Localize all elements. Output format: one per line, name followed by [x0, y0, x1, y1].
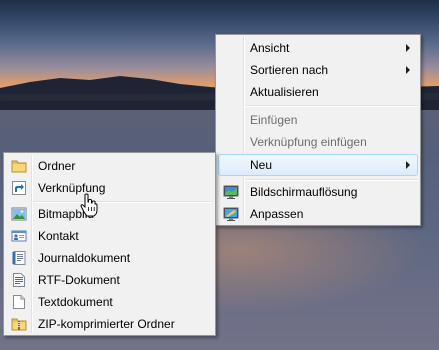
zip-folder-icon	[11, 316, 27, 332]
menu-item-aktualisieren[interactable]: Aktualisieren	[218, 81, 418, 103]
shortcut-icon	[11, 180, 27, 196]
menu-item-label: Bildschirmauflösung	[250, 185, 358, 199]
menu-item-label: Sortieren nach	[250, 63, 329, 77]
submenu-item-label: Ordner	[38, 159, 76, 173]
submenu-item-zip-ordner[interactable]: ZIP-komprimierter Ordner	[6, 313, 213, 335]
menu-item-einfuegen[interactable]: Einfügen	[218, 109, 418, 131]
menu-item-label: Aktualisieren	[250, 85, 319, 99]
menu-item-ansicht[interactable]: Ansicht	[218, 37, 418, 59]
menu-item-label: Einfügen	[250, 113, 298, 127]
new-submenu: Ordner Verknüpfung Bitmapbild Kontakt Jo…	[3, 152, 216, 336]
bitmap-image-icon	[11, 206, 27, 222]
submenu-arrow-icon	[406, 161, 410, 169]
journal-document-icon	[11, 250, 27, 266]
contact-card-icon	[11, 228, 27, 244]
menu-item-neu[interactable]: Neu	[218, 154, 418, 176]
screen-resolution-icon	[223, 184, 239, 200]
submenu-item-rtf-dokument[interactable]: RTF-Dokument	[6, 269, 213, 291]
menu-item-bildschirmaufloesung[interactable]: Bildschirmauflösung	[218, 181, 418, 203]
submenu-item-textdokument[interactable]: Textdokument	[6, 291, 213, 313]
menu-item-anpassen[interactable]: Anpassen	[218, 203, 418, 225]
menu-item-label: Verknüpfung einfügen	[250, 135, 367, 149]
submenu-item-label: RTF-Dokument	[38, 273, 120, 287]
submenu-item-label: Textdokument	[38, 295, 113, 309]
rtf-document-icon	[11, 272, 27, 288]
menu-item-label: Ansicht	[250, 41, 290, 55]
submenu-item-label: ZIP-komprimierter Ordner	[38, 317, 175, 331]
text-document-icon	[11, 294, 27, 310]
menu-item-label: Neu	[250, 158, 273, 172]
submenu-item-kontakt[interactable]: Kontakt	[6, 225, 213, 247]
menu-item-verknuepfung-einfuegen[interactable]: Verknüpfung einfügen	[218, 131, 418, 153]
menu-item-label: Anpassen	[250, 207, 304, 221]
desktop-context-menu: Ansicht Sortieren nach Aktualisieren Ein…	[215, 34, 421, 226]
menu-item-sortieren-nach[interactable]: Sortieren nach	[218, 59, 418, 81]
submenu-arrow-icon	[406, 44, 410, 52]
submenu-item-verknuepfung[interactable]: Verknüpfung	[6, 177, 213, 199]
submenu-item-label: Journaldokument	[38, 251, 131, 265]
submenu-item-bitmapbild[interactable]: Bitmapbild	[6, 203, 213, 225]
menu-separator	[246, 105, 418, 107]
submenu-arrow-icon	[406, 66, 410, 74]
submenu-item-journaldokument[interactable]: Journaldokument	[6, 247, 213, 269]
folder-icon	[11, 158, 27, 174]
submenu-item-label: Kontakt	[38, 229, 79, 243]
personalize-icon	[223, 206, 239, 222]
submenu-item-ordner[interactable]: Ordner	[6, 155, 213, 177]
hand-cursor-icon	[80, 193, 98, 217]
